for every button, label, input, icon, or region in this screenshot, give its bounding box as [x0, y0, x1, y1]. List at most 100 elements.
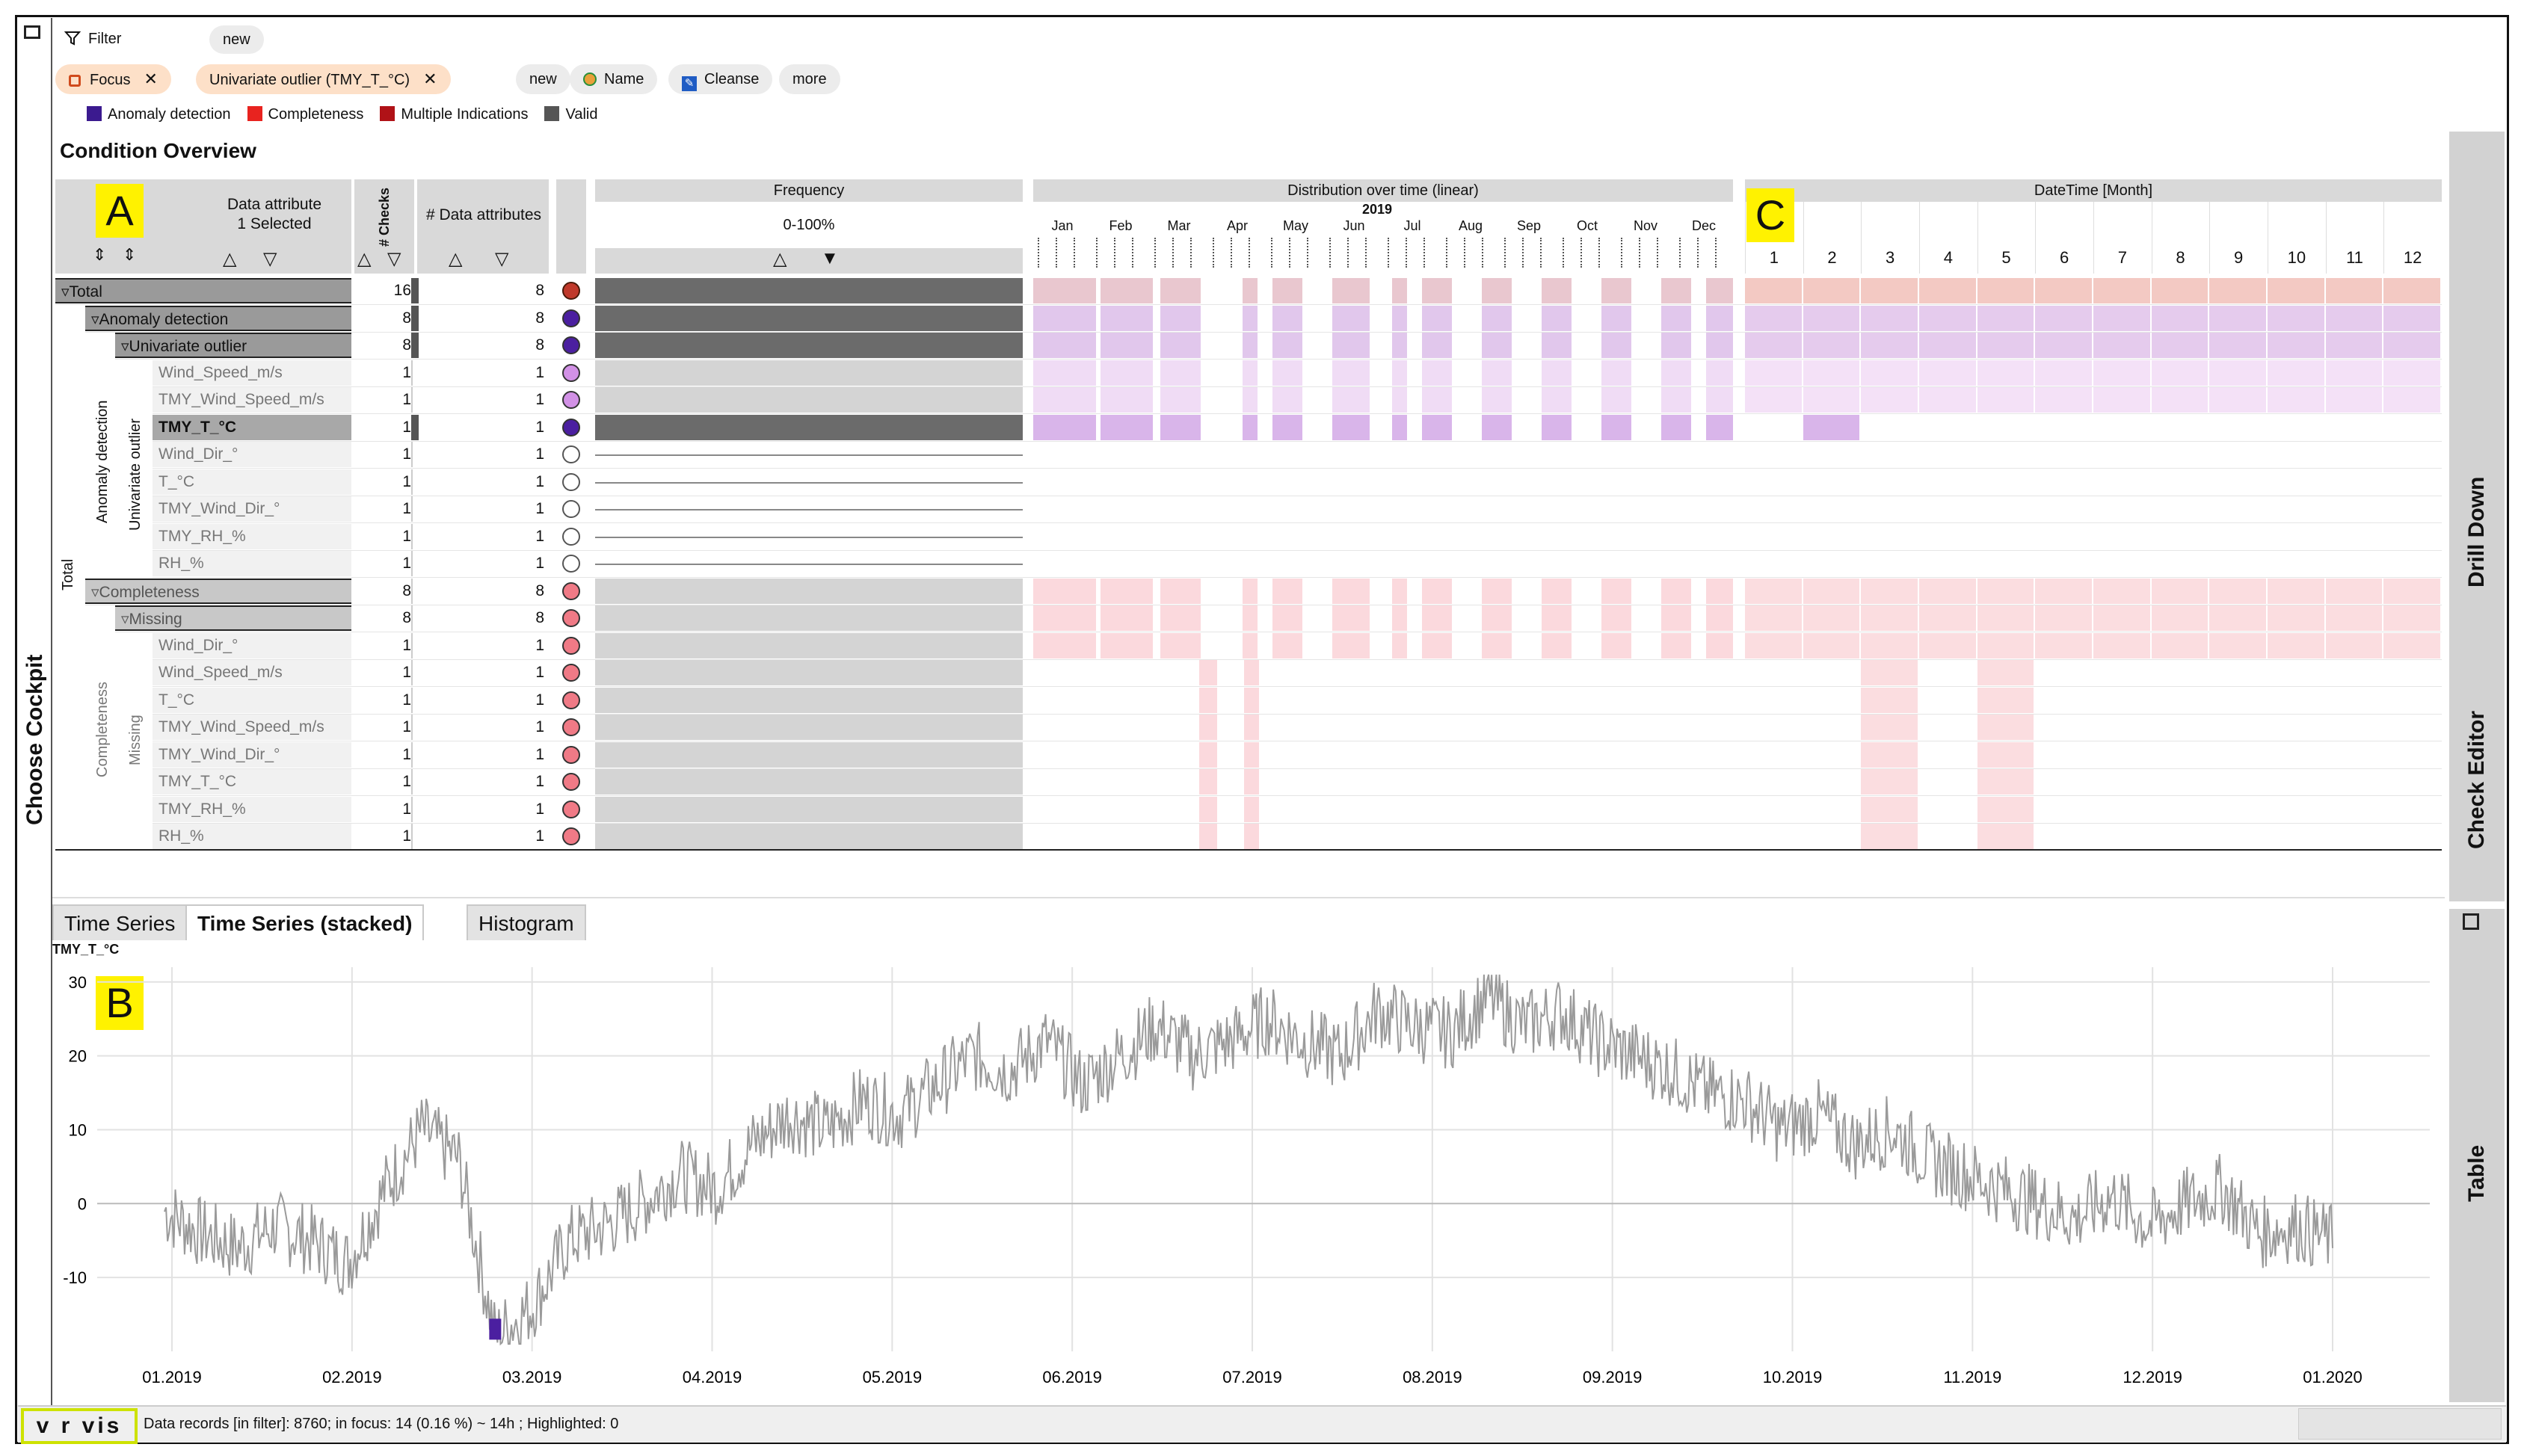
distribution-header[interactable]: Distribution over time (linear)	[1033, 179, 1733, 202]
month-cell[interactable]	[1861, 278, 1918, 303]
month-cell[interactable]	[2035, 360, 2092, 386]
month-cell[interactable]	[1745, 605, 1802, 631]
month-cell[interactable]	[2383, 605, 2440, 631]
overview-row-label[interactable]: RH_%	[153, 824, 351, 849]
month-cell[interactable]	[2268, 578, 2324, 604]
month-cell[interactable]	[1803, 578, 1860, 604]
month-cell[interactable]	[2268, 278, 2324, 303]
month-column-header[interactable]: 10	[2268, 202, 2325, 274]
month-cell[interactable]	[2093, 578, 2150, 604]
month-cell[interactable]	[1919, 578, 1976, 604]
overview-row-label[interactable]: Wind_Speed_m/s	[153, 360, 351, 386]
month-cell[interactable]	[2383, 578, 2440, 604]
month-cell[interactable]	[1977, 305, 2034, 331]
status-circle-icon[interactable]	[562, 609, 580, 627]
month-column-header[interactable]: 4	[1919, 202, 1977, 274]
month-cell[interactable]	[2093, 387, 2150, 413]
overview-row-label[interactable]: TMY_RH_%	[153, 523, 351, 549]
month-cell[interactable]	[1977, 278, 2034, 303]
month-cell[interactable]	[1919, 333, 1976, 358]
month-cell[interactable]	[1919, 360, 1976, 386]
status-circle-icon[interactable]	[562, 391, 580, 409]
month-cell[interactable]	[1919, 278, 1976, 303]
outlier-point[interactable]	[489, 1318, 502, 1340]
month-cell[interactable]	[2035, 632, 2092, 658]
month-cell[interactable]	[1745, 360, 1802, 386]
month-cell[interactable]	[1745, 632, 1802, 658]
month-column-header[interactable]: 8	[2151, 202, 2209, 274]
month-cell[interactable]	[1803, 414, 1860, 440]
status-circle-icon[interactable]	[562, 336, 580, 354]
month-cell[interactable]	[2035, 578, 2092, 604]
status-circle-icon[interactable]	[562, 582, 580, 600]
month-cell[interactable]	[2268, 333, 2324, 358]
tab-histogram[interactable]: Histogram	[467, 904, 586, 940]
frequency-bar[interactable]	[595, 687, 1023, 713]
month-cell[interactable]	[2383, 305, 2440, 331]
month-cell[interactable]	[1977, 769, 2034, 795]
frequency-bar[interactable]	[595, 632, 1023, 658]
month-cell[interactable]	[1977, 360, 2034, 386]
month-cell[interactable]	[1977, 824, 2034, 849]
overview-row-label[interactable]: TMY_RH_%	[153, 796, 351, 822]
month-cell[interactable]	[1861, 769, 1918, 795]
month-cell[interactable]	[2383, 278, 2440, 303]
month-cell[interactable]	[1919, 387, 1976, 413]
status-circle-icon[interactable]	[562, 472, 580, 491]
overview-row-label[interactable]: TMY_T_°C	[153, 769, 351, 795]
new-filter-button[interactable]: new	[209, 25, 264, 54]
month-cell[interactable]	[1803, 632, 1860, 658]
month-cell[interactable]	[2383, 387, 2440, 413]
month-column-header[interactable]: 9	[2209, 202, 2267, 274]
month-cell[interactable]	[1977, 333, 2034, 358]
month-cell[interactable]	[1861, 605, 1918, 631]
status-circle-icon[interactable]	[562, 500, 580, 518]
overview-row-label[interactable]: TMY_Wind_Dir_°	[153, 496, 351, 522]
month-cell[interactable]	[1919, 305, 1976, 331]
month-cell[interactable]	[1861, 360, 1918, 386]
month-cell[interactable]	[1861, 796, 1918, 822]
month-cell[interactable]	[2209, 578, 2266, 604]
overview-row-label[interactable]: TMY_Wind_Dir_°	[153, 741, 351, 768]
month-cell[interactable]	[2151, 605, 2208, 631]
status-circle-icon[interactable]	[562, 664, 580, 682]
month-column-header[interactable]: 3	[1861, 202, 1918, 274]
month-cell[interactable]	[2093, 632, 2150, 658]
month-cell[interactable]	[2209, 333, 2266, 358]
month-column-header[interactable]: 12	[2383, 202, 2441, 274]
overview-row-label[interactable]: TMY_Wind_Speed_m/s	[153, 387, 351, 413]
month-cell[interactable]	[2325, 333, 2383, 358]
frequency-header[interactable]: Frequency 0-100% △ ▼	[595, 179, 1023, 274]
new-button[interactable]: new	[516, 64, 570, 94]
month-cell[interactable]	[1861, 824, 1918, 849]
month-cell[interactable]	[1803, 605, 1860, 631]
month-cell[interactable]	[1977, 632, 2034, 658]
expand-triangle-icon[interactable]: ▿	[91, 311, 99, 328]
focus-chip[interactable]: Focus ✕	[55, 64, 171, 94]
month-column-header[interactable]: 2	[1803, 202, 1861, 274]
month-cell[interactable]	[1919, 632, 1976, 658]
frequency-bar[interactable]	[595, 481, 1023, 484]
month-cell[interactable]	[1977, 687, 2034, 713]
frequency-bar[interactable]	[595, 454, 1023, 456]
drill-down-tab[interactable]: Drill Down	[2464, 477, 2490, 587]
overview-row-label[interactable]: RH_%	[153, 551, 351, 576]
sort-asc-icon[interactable]: △	[223, 248, 236, 270]
outlier-chip[interactable]: Univariate outlier (TMY_T_°C) ✕	[196, 64, 451, 94]
datetime-month-header[interactable]: DateTime [Month]	[1745, 179, 2442, 202]
expand-triangle-icon[interactable]: ▿	[91, 584, 99, 601]
status-circle-icon[interactable]	[562, 745, 580, 764]
month-cell[interactable]	[2151, 387, 2208, 413]
sort-asc-icon[interactable]: △	[773, 248, 787, 270]
overview-row-label[interactable]: T_°C	[153, 469, 351, 495]
month-cell[interactable]	[2151, 278, 2208, 303]
month-cell[interactable]	[2151, 360, 2208, 386]
maximize-icon[interactable]	[2463, 913, 2479, 930]
month-cell[interactable]	[2209, 305, 2266, 331]
month-cell[interactable]	[1861, 687, 1918, 713]
panel-toggle-icon[interactable]	[24, 25, 40, 39]
month-cell[interactable]	[2035, 305, 2092, 331]
status-circle-icon[interactable]	[562, 800, 580, 818]
frequency-bar[interactable]	[595, 278, 1023, 303]
month-cell[interactable]	[2035, 278, 2092, 303]
